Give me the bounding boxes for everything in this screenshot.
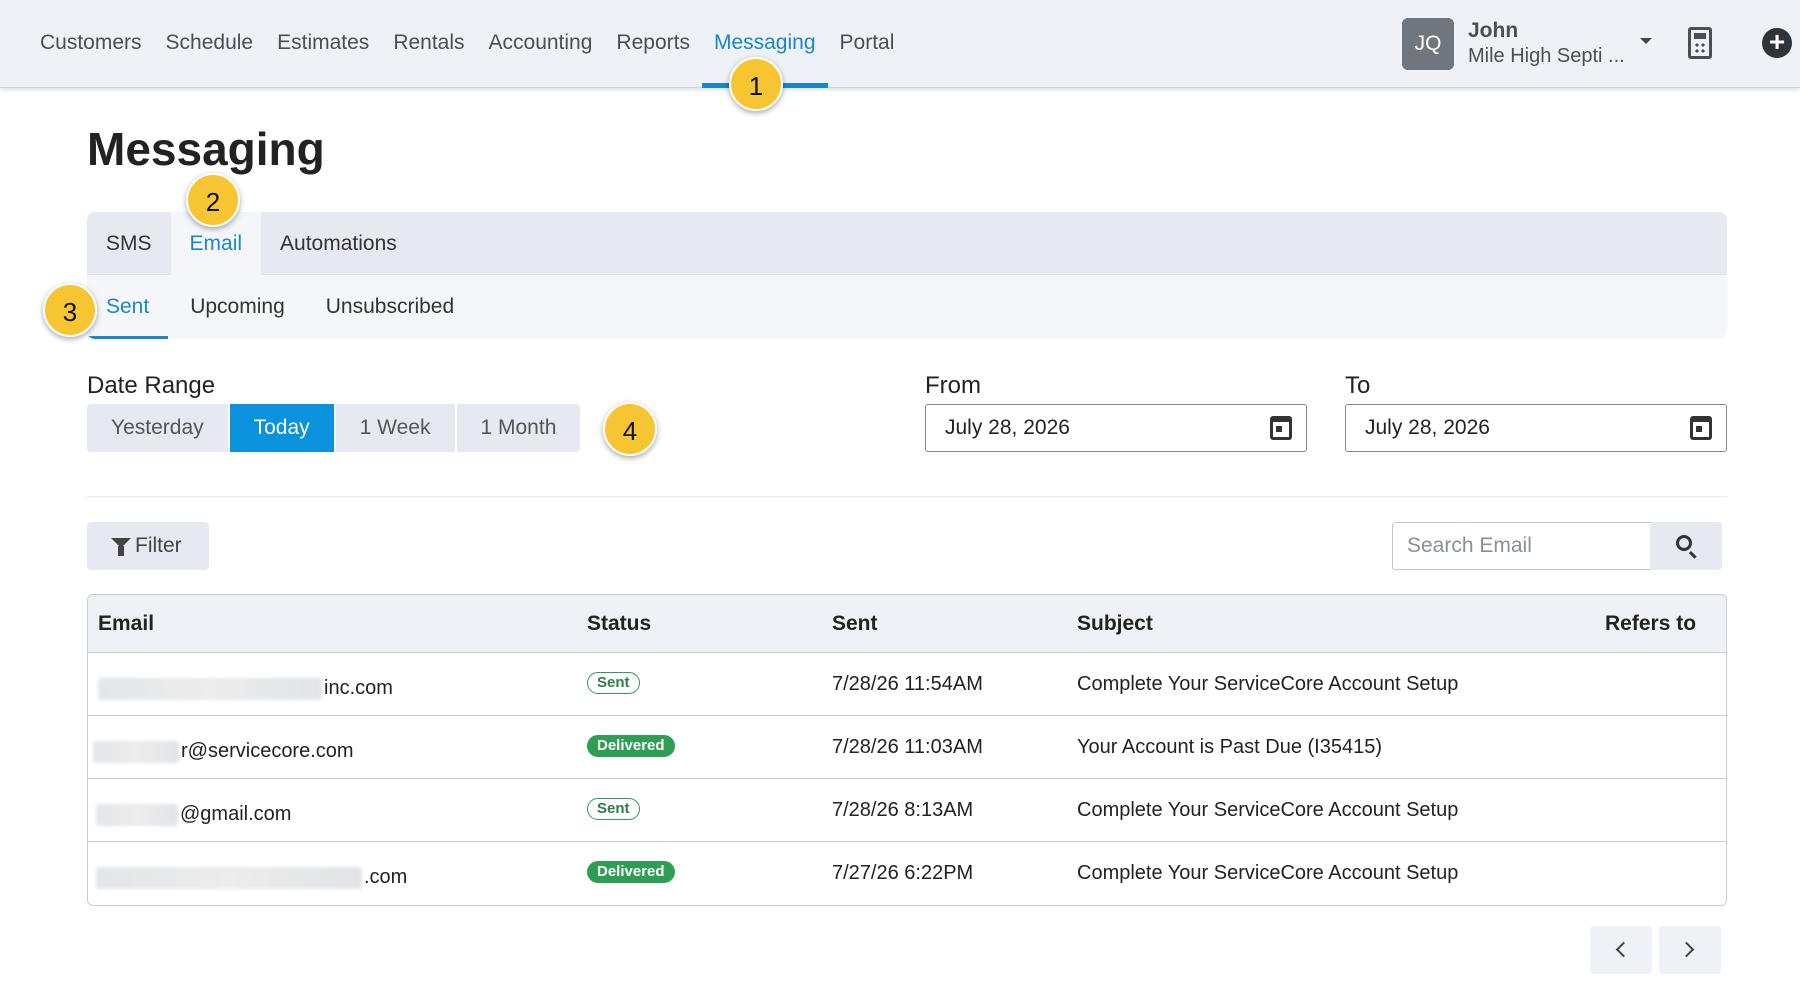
step-badge-2: 2 — [186, 173, 240, 227]
to-date-input[interactable]: July 28, 2026 — [1345, 404, 1727, 452]
sent-time-cell: 7/27/26 6:22PM — [832, 862, 974, 884]
filter-button[interactable]: Filter — [87, 522, 209, 570]
sent-time-cell: 7/28/26 11:54AM — [832, 673, 983, 695]
step-badge-1: 1 — [729, 57, 783, 111]
funnel-icon — [111, 538, 131, 556]
subtab-sent[interactable]: Sent — [87, 275, 169, 339]
from-label: From — [925, 372, 981, 399]
table-row[interactable]: @gmail.com Sent 7/28/26 8:13AM Complete … — [88, 779, 1726, 842]
date-range-label: Date Range — [87, 372, 216, 399]
nav-item-customers[interactable]: Customers — [28, 0, 154, 88]
subject-cell: Your Account is Past Due (I35415) — [1077, 736, 1382, 758]
subtab-unsubscribed[interactable]: Unsubscribed — [307, 275, 473, 339]
email-search — [1392, 522, 1722, 570]
caret-down-icon[interactable] — [1640, 38, 1652, 44]
prev-page-button[interactable] — [1590, 926, 1652, 974]
nav-item-portal[interactable]: Portal — [828, 0, 907, 88]
page-title: Messaging — [87, 123, 325, 175]
email-cell: @gmail.com — [96, 783, 291, 846]
chevron-right-icon — [1678, 941, 1695, 958]
subject-cell: Complete Your ServiceCore Account Setup — [1077, 799, 1459, 821]
status-badge: Sent — [587, 672, 640, 694]
step-badge-3: 3 — [43, 283, 97, 337]
column-header-refers-to[interactable]: Refers to — [1605, 595, 1696, 653]
nav-item-accounting[interactable]: Accounting — [477, 0, 605, 88]
divider — [87, 496, 1727, 497]
column-header-subject[interactable]: Subject — [1077, 595, 1153, 653]
table-header: Email Status Sent Subject Refers to — [88, 595, 1726, 653]
status-badge: Delivered — [587, 861, 675, 883]
search-input[interactable] — [1392, 522, 1650, 570]
search-icon — [1676, 535, 1692, 551]
avatar: JQ — [1402, 18, 1454, 70]
sent-time-cell: 7/28/26 11:03AM — [832, 736, 983, 758]
user-company: Mile High Septi ... — [1468, 45, 1625, 67]
to-date-value: July 28, 2026 — [1365, 416, 1490, 439]
calendar-icon[interactable] — [1690, 416, 1712, 440]
email-subtabs: Sent Upcoming Unsubscribed — [87, 275, 1727, 339]
tab-automations[interactable]: Automations — [261, 212, 416, 275]
table-row[interactable]: .com Delivered 7/27/26 6:22PM Complete Y… — [88, 842, 1726, 905]
channel-tabs: SMS Email Automations — [87, 212, 1727, 275]
step-badge-4: 4 — [603, 402, 657, 456]
user-info: John Mile High Septi ... — [1468, 19, 1638, 69]
column-header-status[interactable]: Status — [587, 595, 651, 653]
nav-item-schedule[interactable]: Schedule — [154, 0, 266, 88]
sent-email-table: Email Status Sent Subject Refers to inc.… — [87, 594, 1727, 906]
subject-cell: Complete Your ServiceCore Account Setup — [1077, 862, 1459, 884]
subtab-upcoming[interactable]: Upcoming — [171, 275, 304, 339]
from-date-value: July 28, 2026 — [945, 416, 1070, 439]
email-cell: r@servicecore.com — [93, 720, 354, 783]
range-yesterday-button[interactable]: Yesterday — [87, 404, 230, 452]
range-1-month-button[interactable]: 1 Month — [456, 404, 581, 452]
plus-circle-icon[interactable]: + — [1762, 28, 1792, 58]
tab-sms[interactable]: SMS — [87, 212, 171, 275]
user-menu[interactable]: JQ John Mile High Septi ... — [1402, 18, 1652, 70]
from-date-input[interactable]: July 28, 2026 — [925, 404, 1307, 452]
range-today-button[interactable]: Today — [229, 404, 336, 452]
table-row[interactable]: inc.com Sent 7/28/26 11:54AM Complete Yo… — [88, 653, 1726, 716]
nav-item-rentals[interactable]: Rentals — [381, 0, 476, 88]
email-cell: inc.com — [98, 657, 393, 720]
messaging-tabs-panel: SMS Email Automations Sent Upcoming Unsu… — [87, 212, 1727, 339]
status-badge: Sent — [587, 798, 640, 820]
top-navigation: Customers Schedule Estimates Rentals Acc… — [0, 0, 1800, 88]
nav-item-reports[interactable]: Reports — [604, 0, 702, 88]
nav-item-estimates[interactable]: Estimates — [265, 0, 381, 88]
user-name: John — [1468, 19, 1519, 42]
column-header-sent[interactable]: Sent — [832, 595, 878, 653]
subject-cell: Complete Your ServiceCore Account Setup — [1077, 673, 1459, 695]
range-1-week-button[interactable]: 1 Week — [335, 404, 457, 452]
column-header-email[interactable]: Email — [98, 595, 154, 653]
filter-label: Filter — [135, 534, 182, 557]
sent-time-cell: 7/28/26 8:13AM — [832, 799, 974, 821]
to-label: To — [1345, 372, 1371, 399]
table-row[interactable]: r@servicecore.com Delivered 7/28/26 11:0… — [88, 716, 1726, 779]
status-badge: Delivered — [587, 735, 675, 757]
email-cell: .com — [96, 846, 407, 905]
calendar-icon[interactable] — [1270, 416, 1292, 440]
chevron-left-icon — [1615, 941, 1632, 958]
date-range-buttons: Yesterday Today 1 Week 1 Month — [87, 404, 581, 452]
next-page-button[interactable] — [1659, 926, 1721, 974]
calculator-icon[interactable] — [1688, 27, 1712, 59]
search-button[interactable] — [1650, 522, 1722, 570]
